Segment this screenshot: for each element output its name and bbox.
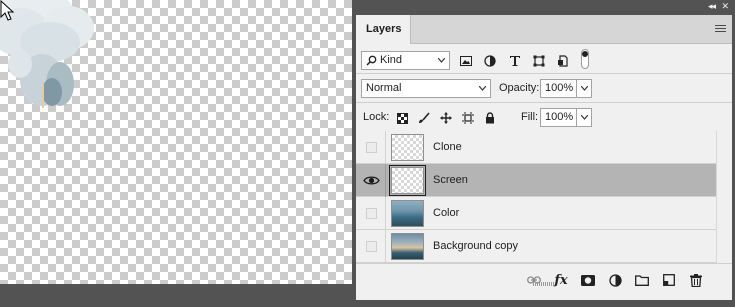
chevron-down-icon [438,58,445,63]
divider [385,131,386,164]
smart-object-filter-icon[interactable] [555,53,571,69]
chevron-down-icon [479,86,486,91]
tab-layers[interactable]: Layers [356,15,411,44]
chevron-down-icon [581,115,588,120]
layers-panel: ◂◂ ✕ Layers Kind Normal Opacity: 100% Lo… [356,0,735,307]
layer-row-background-copy[interactable]: Background copy [356,230,716,263]
lock-all-icon[interactable] [482,110,498,126]
lock-image-pixels-icon[interactable] [416,110,432,126]
filter-toggle-icon[interactable] [580,49,590,69]
add-mask-icon[interactable] [580,272,596,288]
image-filter-icon[interactable] [458,53,474,69]
layer-name[interactable]: Color [433,197,459,230]
lock-transparent-pixels-icon[interactable] [394,110,410,126]
visibility-toggle[interactable] [366,208,377,219]
new-adjustment-layer-icon[interactable] [607,272,623,288]
kind-filter-dropdown[interactable]: Kind [361,51,450,70]
new-layer-icon[interactable] [661,272,677,288]
layer-row-clone[interactable]: Clone [356,131,716,164]
lock-position-icon[interactable] [438,110,454,126]
layer-style-fx-icon[interactable]: fx [553,272,569,288]
divider [385,230,386,263]
lock-artboard-icon[interactable] [460,110,476,126]
layer-row-color[interactable]: Color [356,197,716,230]
chevron-down-icon [581,86,588,91]
divider [385,164,386,197]
panel-titlebar: ◂◂ ✕ [356,0,735,15]
layer-name[interactable]: Screen [433,164,468,197]
opacity-label: Opacity: [499,82,540,94]
delete-layer-icon[interactable] [688,272,704,288]
search-icon [366,55,377,66]
fill-input[interactable]: 100% [540,108,576,127]
new-group-icon[interactable] [634,272,650,288]
visibility-toggle[interactable] [366,142,377,153]
blend-mode-value: Normal [366,82,402,94]
blend-row: Normal Opacity: 100% [356,75,732,103]
panel-body: Layers Kind Normal Opacity: 100% Lock: F… [356,15,732,300]
hamburger-menu-icon[interactable] [715,25,726,34]
layer-thumbnail[interactable] [391,134,424,161]
layer-name[interactable]: Background copy [433,230,518,263]
type-filter-icon[interactable] [507,53,523,69]
fill-label: Fill: [521,111,539,123]
eye-icon[interactable] [363,172,380,189]
lock-row: Lock: Fill: 100% [356,104,732,132]
layer-row-screen[interactable]: Screen [356,164,716,197]
resize-grip-icon[interactable] [533,277,555,286]
document-canvas[interactable] [0,0,352,284]
shape-filter-icon[interactable] [531,53,547,69]
blend-mode-dropdown[interactable]: Normal [361,79,491,98]
lock-label: Lock: [363,111,390,123]
close-panel-icon[interactable]: ✕ [721,1,729,12]
tab-bar: Layers [356,15,732,44]
layer-thumbnail[interactable] [391,233,424,260]
arrow-cursor-icon [0,0,15,21]
layer-thumbnail[interactable] [389,165,426,196]
filter-row: Kind [356,46,732,74]
collapse-panel-icon[interactable]: ◂◂ [708,1,716,12]
canvas-area[interactable] [0,0,355,307]
opacity-input[interactable]: 100% [540,79,576,98]
divider [385,197,386,230]
visibility-toggle[interactable] [366,241,377,252]
kind-filter-label: Kind [380,54,403,66]
layers-scrollbar[interactable] [716,131,732,263]
opacity-slider-button[interactable] [576,79,592,98]
fill-slider-button[interactable] [576,108,592,127]
layer-name[interactable]: Clone [433,131,462,164]
layer-thumbnail[interactable] [391,200,424,227]
layers-list[interactable]: Clone Screen Color Background copy [356,131,732,263]
adjustment-filter-icon[interactable] [482,53,498,69]
